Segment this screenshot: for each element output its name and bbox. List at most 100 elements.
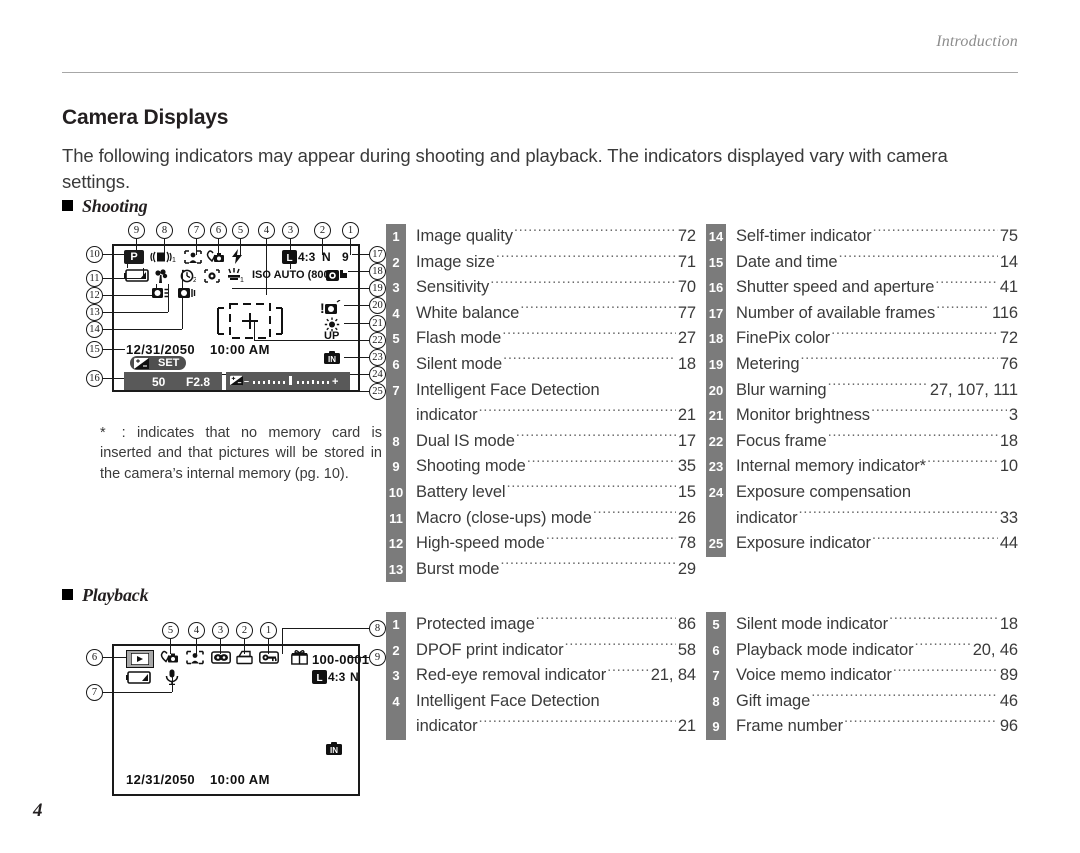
svg-text:L: L [316,673,322,684]
playback-callout-2: 2 [236,622,253,639]
silent-mode-icon [206,250,224,263]
leader-20 [344,305,369,306]
callout-8: 8 [156,222,173,239]
reference-row-label: Flash mode [416,329,502,348]
leader-dots [593,506,676,523]
leader-dots [502,327,676,344]
reference-row: 18 FinePix color 72 [706,326,1018,352]
svg-text:L: L [286,253,292,264]
reference-row: 10 Battery level 15 [386,479,696,506]
reference-row-page: 21, 84 [650,666,696,685]
leader-16 [103,378,125,379]
date-value: 12/31/2050 [126,772,196,787]
leader-1 [350,239,351,255]
reference-row-label: indicator [416,406,478,425]
callout-3: 3 [282,222,299,239]
sensitivity-value: ISO AUTO (800) [252,269,334,281]
reference-row-entry: Image quality 72 [406,224,696,250]
svg-text:!: ! [320,300,325,316]
playback-callout-4: 4 [188,622,205,639]
internal-memory-icon: IN [326,742,342,755]
aspect-ratio-value: 4:3 [328,670,346,684]
leader-dots [800,352,997,369]
callout-20: 20 [369,297,386,314]
reference-row: 7 Voice memo indicator 89 [706,663,1018,689]
reference-row: 21 Monitor brightness 3 [706,403,1018,429]
reference-row-page: 35 [677,457,696,476]
section-heading-shooting: Shooting [62,196,148,217]
reference-row-entry: Metering 76 [726,352,1018,378]
reference-row: 24 Exposure compensation [706,479,1018,506]
reference-row-label: Focus frame [736,431,827,450]
leader-dots [490,276,676,293]
reference-row-entry: Blur warning 27, 107, 111 [726,378,1018,404]
svg-text:2: 2 [193,277,196,283]
callout-25: 25 [369,383,386,400]
callout-24: 24 [369,366,386,383]
reference-row-label: White balance [416,303,520,322]
quality-value: N [350,670,359,684]
reference-row-label: High-speed mode [416,534,545,553]
svg-text:IN: IN [328,355,336,364]
square-bullet-icon [62,200,73,211]
reference-row-entry: Silent mode indicator 18 [726,612,1018,638]
reference-row-number: 6 [706,637,726,664]
reference-row-label: Playback mode indicator [736,640,914,659]
leader-18 [348,271,369,272]
leader-13b [168,284,169,312]
reference-row-number: 18 [706,326,726,352]
callout-11: 11 [86,270,103,287]
leader-dots [503,352,676,369]
svg-text:–: – [244,376,249,386]
reference-row-entry: Image size 71 [406,250,696,276]
reference-row-entry: DPOF print indicator 58 [406,638,696,664]
monitor-brightness-label: UP [324,330,340,342]
reference-row: 3 Red-eye removal indicator 21, 84 [386,663,696,689]
exposure-compensation-icon [134,358,149,369]
aspect-ratio-value: 4:3 [298,250,316,264]
leader-dots [516,429,676,446]
callout-6: 6 [210,222,227,239]
reference-row-entry: Dual IS mode 17 [406,429,696,455]
reference-row-page: 46 [999,691,1018,710]
reference-row: 15 Date and time 14 [706,249,1018,276]
playback-display-diagram: 5 4 3 2 1 8 9 6 7 100-0001 L 4:3 N IN 12… [86,612,386,797]
callout-18: 18 [369,263,386,280]
reference-row-page: 18 [999,615,1018,633]
reference-row-label: Image size [416,252,495,271]
gift-image-icon [291,650,308,665]
intro-paragraph: The following indicators may appear duri… [62,144,948,192]
reference-row-number: 3 [386,663,406,689]
quality-value: N [322,250,331,264]
leader-dots [527,455,676,472]
callout-9: 9 [128,222,145,239]
leader-dots [520,301,676,318]
footnote-star: * [100,424,106,441]
reference-row-label: Shooting mode [416,457,526,476]
header-divider [62,72,1018,73]
exposure-scale-icon: – + [244,376,338,388]
playback-leader-6 [103,657,126,658]
reference-row-number: 17 [706,300,726,327]
playback-callout-7: 7 [86,684,103,701]
reference-row-entry: Silent mode 18 [406,352,696,378]
silent-mode-icon [160,650,178,663]
reference-row-entry: Exposure compensation [726,480,1018,506]
leader-23 [344,357,369,358]
reference-row: 5 Flash mode 27 [386,326,696,352]
playback-callout-6: 6 [86,649,103,666]
reference-row-label: Protected image [416,615,535,633]
playback-leader-8b [282,628,283,654]
reference-row-page: 33 [999,508,1018,527]
reference-row: 5 Silent mode indicator 18 [706,612,1018,638]
leader-dots [536,613,676,630]
svg-text:IN: IN [330,746,338,755]
leader-dots [914,638,970,655]
leader-dots [871,404,1007,421]
reference-row-number: 8 [386,428,406,455]
leader-dots [828,378,928,395]
callout-23: 23 [369,347,392,366]
page-title: Camera Displays [62,106,229,130]
reference-row-number: 7 [386,377,406,404]
reference-row-page: 21 [677,717,696,736]
